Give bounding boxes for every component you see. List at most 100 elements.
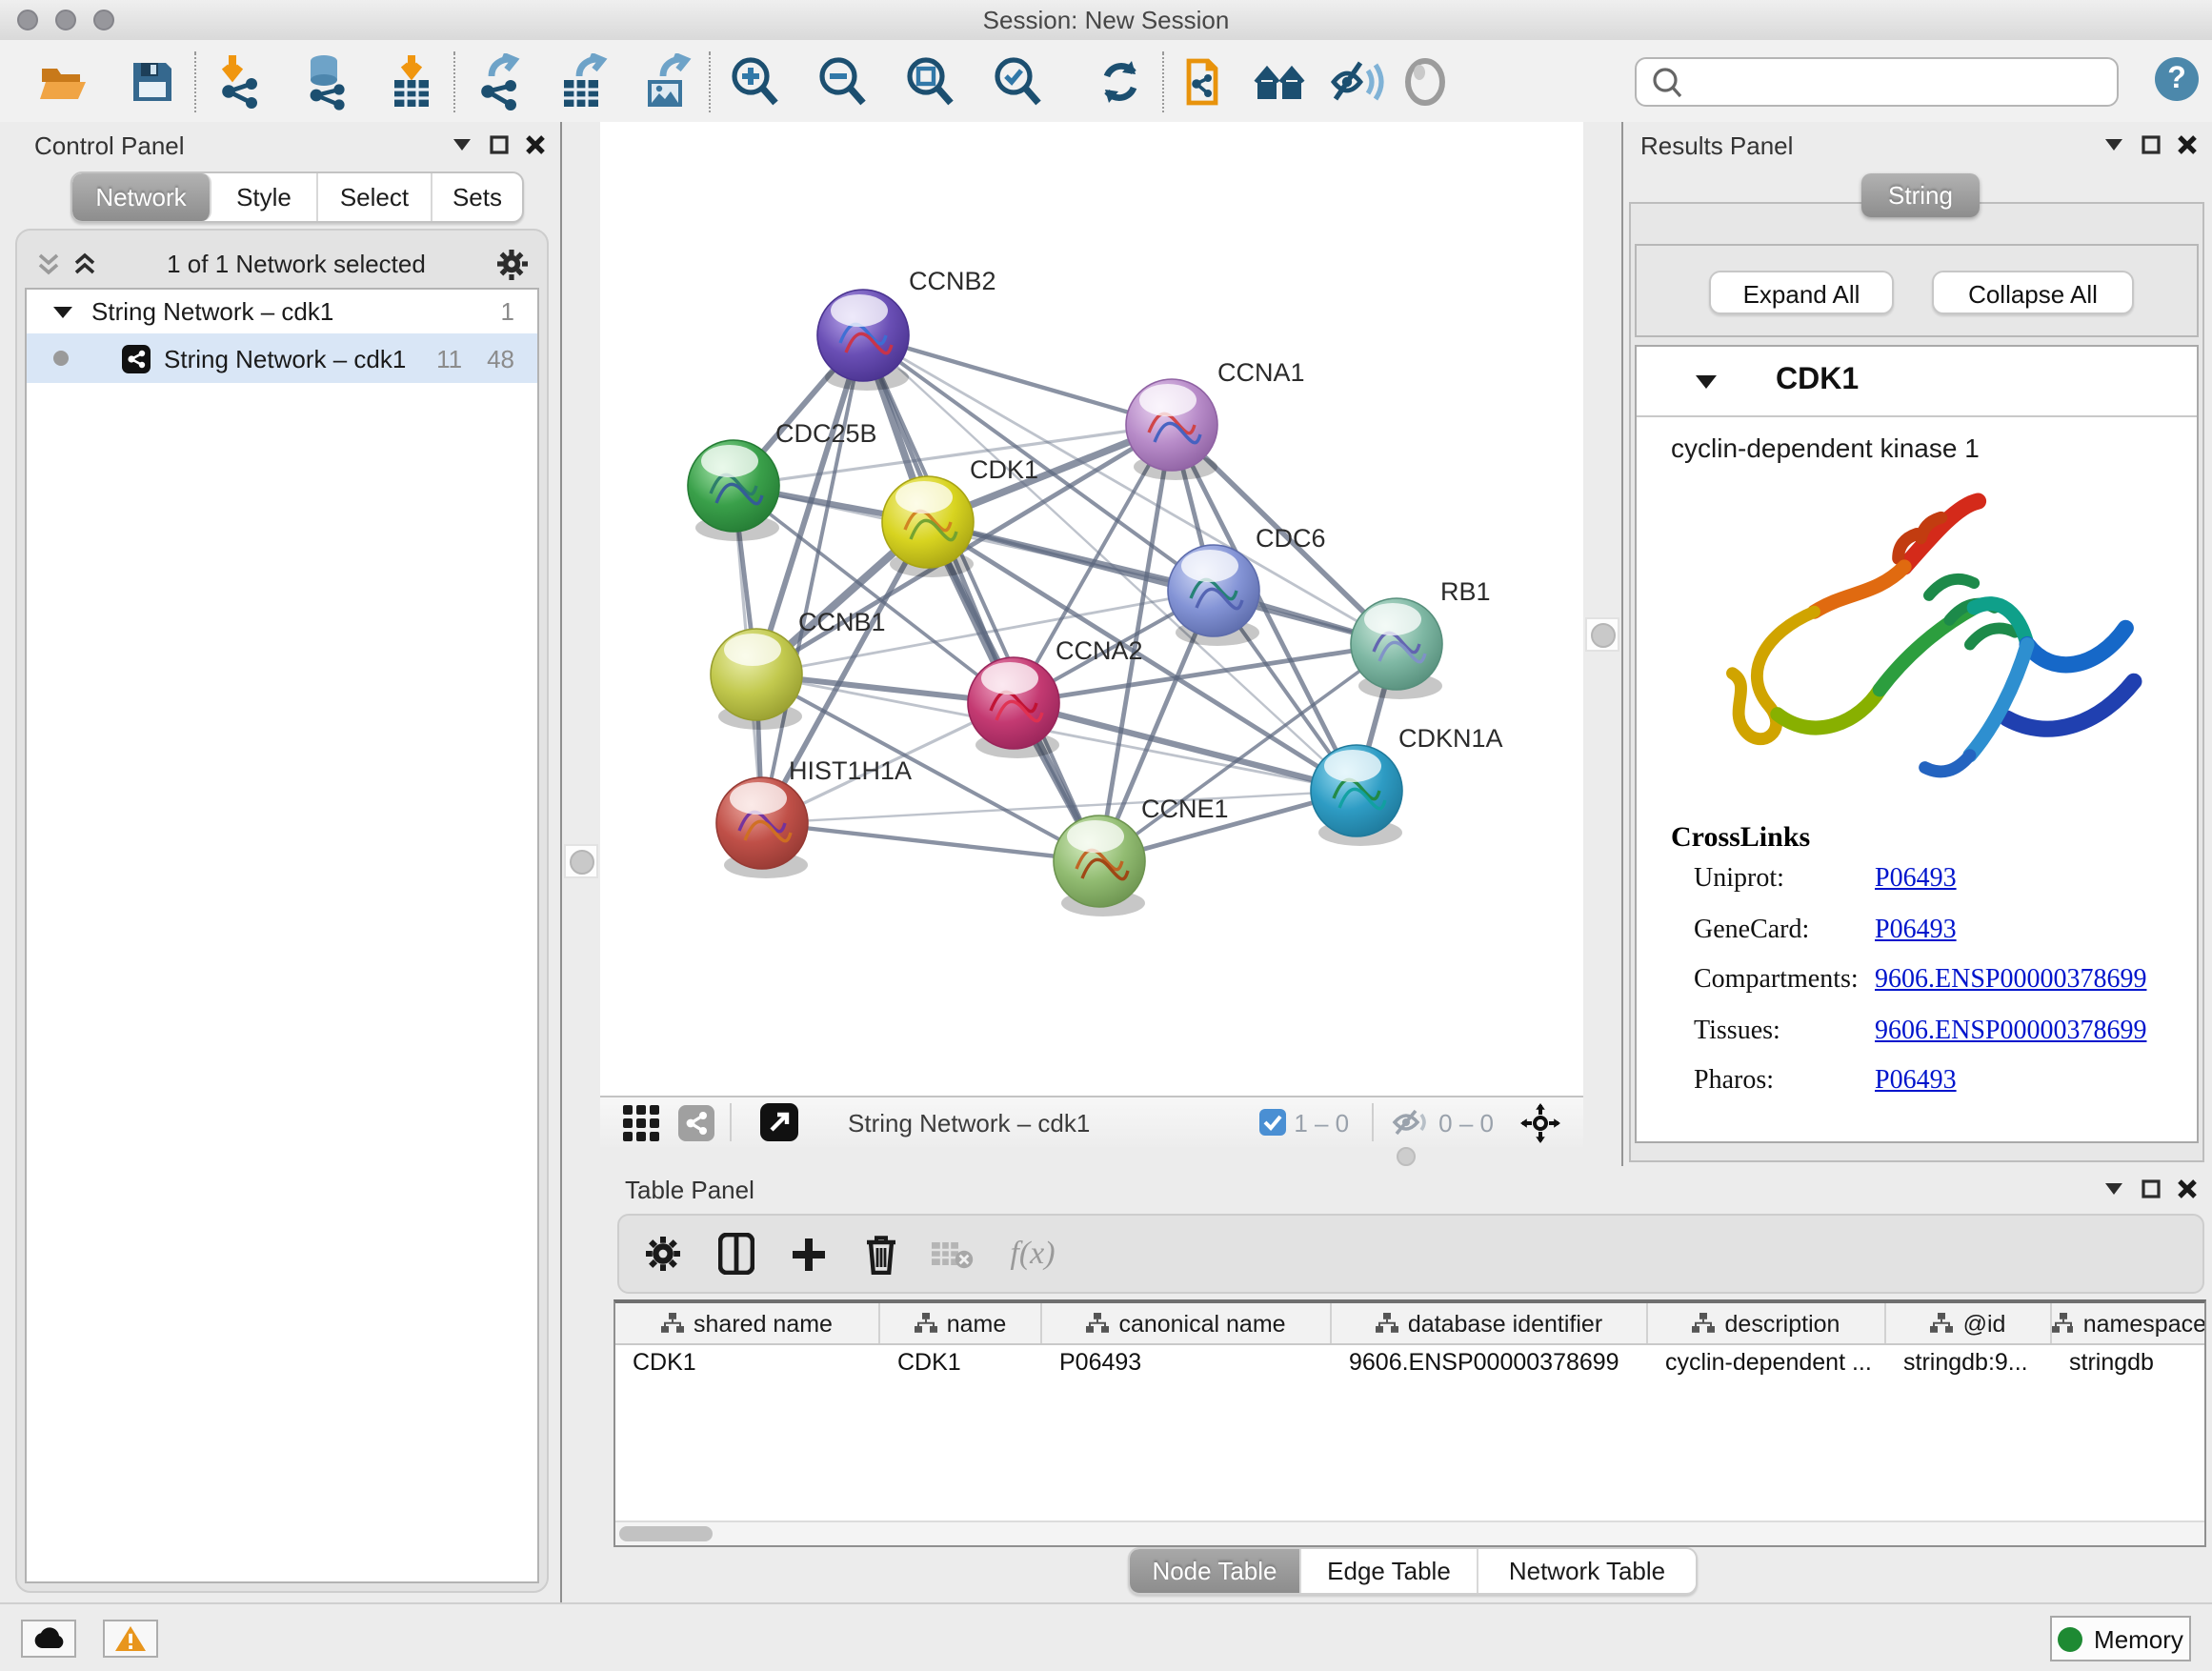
show-columns-icon[interactable] — [707, 1225, 764, 1282]
table-settings-gear-icon[interactable] — [634, 1225, 692, 1282]
network-node-ccnb2[interactable]: CCNB2 — [817, 267, 996, 391]
tab-select[interactable]: Select — [318, 173, 432, 221]
network-node-rb1[interactable]: RB1 — [1351, 577, 1491, 699]
search-input[interactable] — [1690, 69, 2117, 95]
splitter-grip[interactable] — [1397, 1147, 1416, 1166]
column-header-shared-name[interactable]: shared name — [615, 1303, 880, 1343]
crosslink-link[interactable]: P06493 — [1875, 1057, 1957, 1108]
tab-edge-table[interactable]: Edge Table — [1301, 1549, 1478, 1593]
zoom-selected-icon[interactable] — [987, 50, 1048, 111]
network-edge[interactable] — [863, 335, 1172, 425]
crosslink-link[interactable]: 9606.ENSP00000378699 — [1875, 1007, 2146, 1057]
zoom-out-icon[interactable] — [812, 50, 873, 111]
open-file-icon[interactable] — [34, 50, 95, 111]
import-table-icon[interactable] — [381, 50, 442, 111]
network-view[interactable]: CCNB2CCNA1CDC25BCDK1CDC6RB1CCNB1CCNA2CDK… — [600, 122, 1583, 1147]
table-cell[interactable]: cyclin-dependent ... — [1648, 1345, 1886, 1381]
close-panel-icon[interactable] — [2178, 135, 2197, 154]
splitter-grip[interactable] — [569, 849, 593, 874]
export-image-icon[interactable] — [636, 50, 697, 111]
network-edge[interactable] — [762, 335, 863, 823]
tab-string[interactable]: String — [1861, 173, 1980, 217]
float-panel-icon[interactable] — [2103, 1181, 2124, 1197]
tab-style[interactable]: Style — [211, 173, 318, 221]
network-row[interactable]: String Network – cdk1 11 48 — [27, 333, 537, 383]
left-splitter[interactable] — [562, 122, 600, 1602]
first-neighbors-icon[interactable] — [1250, 50, 1311, 111]
horizontal-scrollbar[interactable] — [615, 1520, 2204, 1545]
zoom-in-icon[interactable] — [724, 50, 785, 111]
network-node-cdk1[interactable]: CDK1 — [882, 455, 1038, 577]
float-panel-icon[interactable] — [2103, 137, 2124, 152]
tab-network-table[interactable]: Network Table — [1478, 1549, 1696, 1593]
network-node-ccne1[interactable]: CCNE1 — [1054, 795, 1229, 916]
close-panel-icon[interactable] — [2178, 1179, 2197, 1198]
table-cell[interactable]: P06493 — [1042, 1345, 1332, 1381]
node-table[interactable]: shared namenamecanonical namedatabase id… — [613, 1299, 2206, 1547]
import-network-database-icon[interactable] — [295, 50, 356, 111]
collapse-arrow-icon[interactable] — [1696, 372, 1717, 390]
refresh-icon[interactable] — [1090, 50, 1151, 111]
gear-icon[interactable] — [495, 247, 528, 279]
crosslink-link[interactable]: 9606.ENSP00000378699 — [1875, 956, 2146, 1007]
crosslink-link[interactable]: P06493 — [1875, 856, 1957, 906]
table-cell[interactable]: stringdb — [2052, 1345, 2206, 1381]
export-network-icon[interactable] — [469, 50, 530, 111]
selected-checkbox-icon[interactable] — [1259, 1109, 1286, 1136]
table-cell[interactable]: CDK1 — [880, 1345, 1042, 1381]
help-icon[interactable]: ? — [2155, 57, 2199, 101]
collapse-arrow-icon[interactable] — [53, 304, 72, 319]
network-node-ccnb1[interactable]: CCNB1 — [711, 608, 886, 730]
column-header-@id[interactable]: @id — [1886, 1303, 2052, 1343]
column-header-name[interactable]: name — [880, 1303, 1042, 1343]
splitter-grip[interactable] — [1590, 622, 1615, 647]
delete-column-icon[interactable] — [852, 1225, 909, 1282]
tab-sets[interactable]: Sets — [432, 173, 522, 221]
collapse-all-icon[interactable] — [36, 251, 61, 275]
memory-button[interactable]: Memory — [2050, 1616, 2191, 1661]
close-panel-icon[interactable] — [526, 135, 545, 154]
table-cell[interactable]: CDK1 — [615, 1345, 880, 1381]
zoom-fit-icon[interactable] — [899, 50, 960, 111]
network-collection-row[interactable]: String Network – cdk1 1 — [27, 290, 537, 333]
save-session-icon[interactable] — [122, 50, 183, 111]
network-from-selection-icon[interactable] — [1177, 50, 1238, 111]
column-header-description[interactable]: description — [1648, 1303, 1886, 1343]
right-splitter[interactable] — [1583, 122, 1621, 1147]
network-edge[interactable] — [762, 823, 1099, 861]
table-cell[interactable]: stringdb:9... — [1886, 1345, 2052, 1381]
pan-tool-icon[interactable] — [1520, 1102, 1560, 1142]
network-view-icon[interactable] — [678, 1104, 714, 1140]
float-panel-icon[interactable] — [452, 137, 473, 152]
expand-all-icon[interactable] — [72, 251, 97, 275]
network-canvas[interactable]: CCNB2CCNA1CDC25BCDK1CDC6RB1CCNB1CCNA2CDK… — [600, 122, 1583, 1096]
import-network-file-icon[interactable] — [210, 50, 271, 111]
network-edge[interactable] — [762, 791, 1357, 823]
expand-all-button[interactable]: Expand All — [1709, 271, 1894, 314]
show-all-icon[interactable] — [1395, 50, 1456, 111]
maximize-panel-icon[interactable] — [2142, 1179, 2161, 1198]
node-card-header[interactable]: CDK1 — [1637, 347, 2197, 417]
tab-network[interactable]: Network — [72, 173, 211, 221]
table-row[interactable]: CDK1CDK1P064939606.ENSP00000378699cyclin… — [615, 1345, 2204, 1381]
maximize-panel-icon[interactable] — [490, 135, 509, 154]
network-node-cdkn1a[interactable]: CDKN1A — [1311, 724, 1503, 846]
collapse-all-button[interactable]: Collapse All — [1932, 271, 2134, 314]
add-column-icon[interactable] — [779, 1225, 836, 1282]
network-node-cdc6[interactable]: CDC6 — [1168, 524, 1326, 646]
warning-status-button[interactable] — [103, 1620, 158, 1658]
column-header-namespace[interactable]: namespace — [2052, 1303, 2206, 1343]
grid-view-icon[interactable] — [623, 1104, 659, 1140]
scrollbar-thumb[interactable] — [619, 1526, 713, 1541]
hide-selection-icon[interactable] — [1326, 50, 1387, 111]
crosslink-link[interactable]: P06493 — [1875, 906, 1957, 956]
export-table-icon[interactable] — [553, 50, 613, 111]
network-node-ccna1[interactable]: CCNA1 — [1126, 358, 1305, 480]
column-header-database-identifier[interactable]: database identifier — [1332, 1303, 1648, 1343]
birds-eye-icon[interactable] — [760, 1103, 798, 1141]
cloud-status-button[interactable] — [21, 1620, 76, 1658]
table-cell[interactable]: 9606.ENSP00000378699 — [1332, 1345, 1648, 1381]
column-header-canonical-name[interactable]: canonical name — [1042, 1303, 1332, 1343]
maximize-panel-icon[interactable] — [2142, 135, 2161, 154]
tab-node-table[interactable]: Node Table — [1130, 1549, 1301, 1593]
